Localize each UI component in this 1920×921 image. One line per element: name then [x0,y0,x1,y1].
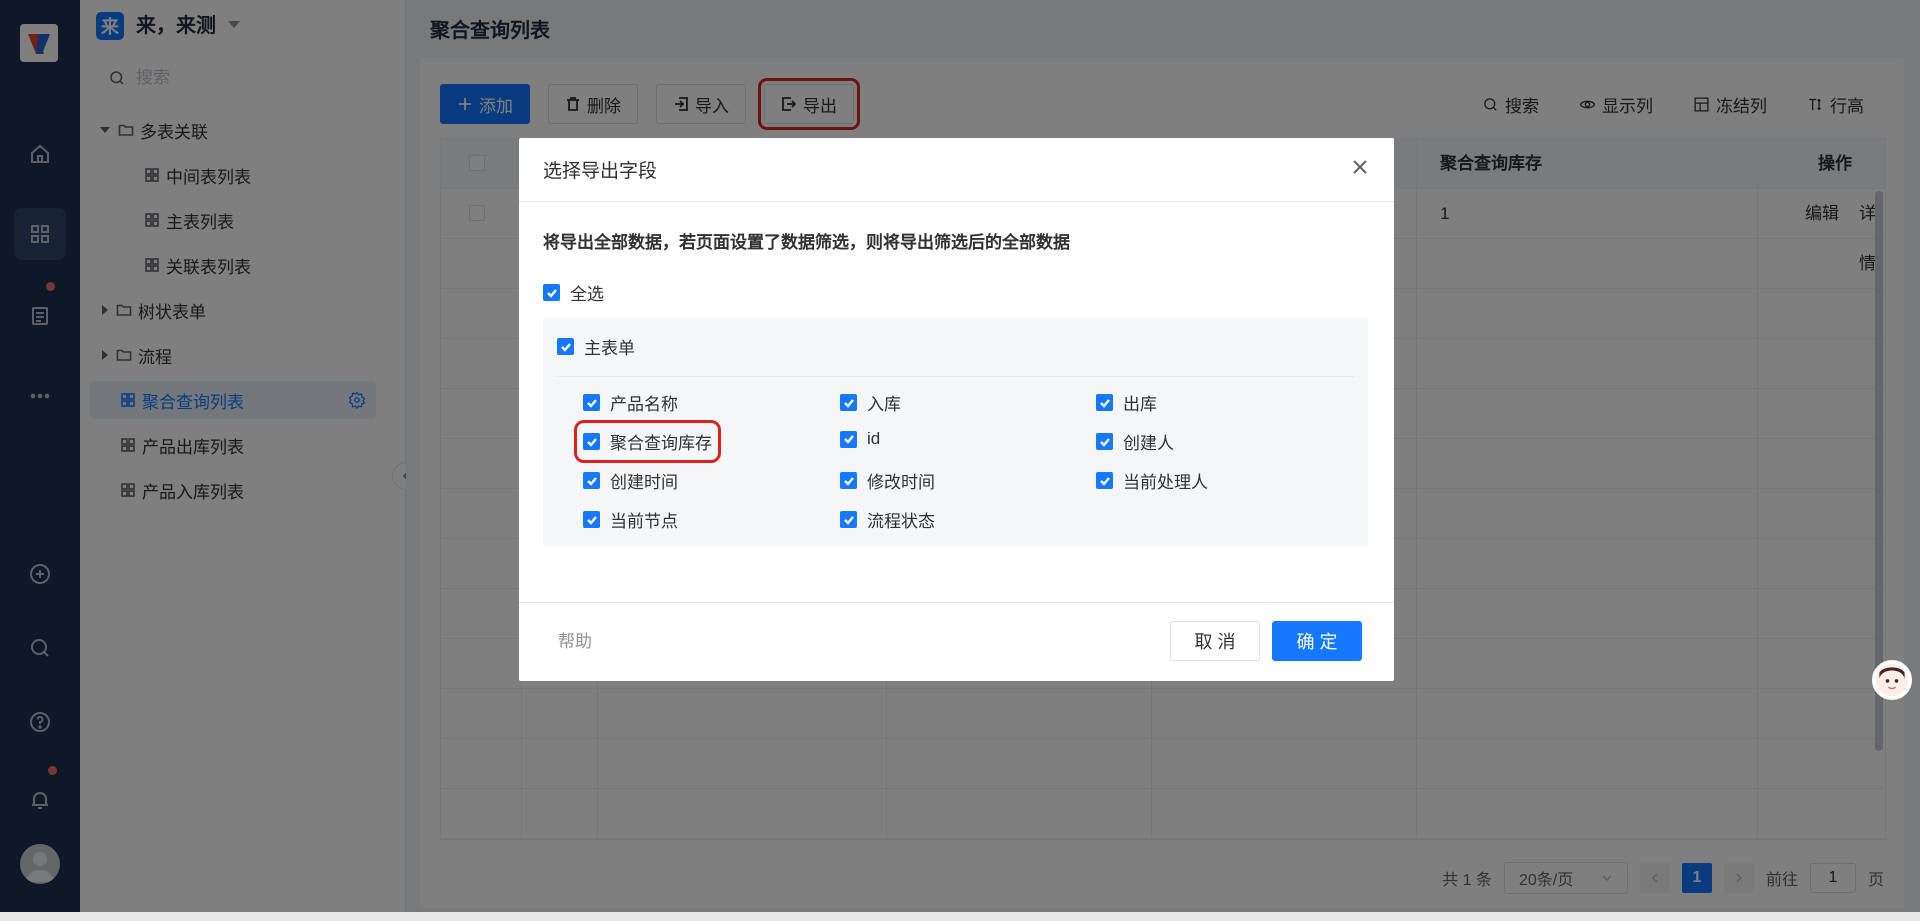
checkbox-checked-icon [1096,394,1113,411]
export-note: 将导出全部数据，若页面设置了数据筛选，则将导出筛选后的全部数据 [543,233,1070,252]
confirm-button[interactable]: 确 定 [1272,621,1362,661]
select-all-label: 全选 [570,285,604,304]
field-label: 当前处理人 [1123,473,1208,492]
dialog-header: 选择导出字段 [519,138,1394,202]
field-label: 创建人 [1123,434,1174,453]
field-label: 入库 [867,395,901,414]
field-checkbox-creator[interactable]: 创建人 [1096,429,1174,454]
dialog-footer: 帮助 取 消 确 定 [519,602,1394,681]
group-title: 主表单 [584,339,635,358]
field-checkbox-created-time[interactable]: 创建时间 [583,468,678,493]
checkbox-checked-icon [583,394,600,411]
cancel-button[interactable]: 取 消 [1170,621,1260,661]
checkbox-checked-icon [1096,472,1113,489]
field-label: 流程状态 [867,512,935,531]
checkbox-checked-icon [840,511,857,528]
field-label: 聚合查询库存 [610,434,712,453]
group-divider [557,376,1354,377]
checkbox-checked-icon [543,284,560,301]
window-bottom-edge [0,912,1920,921]
field-checkbox-current-handler[interactable]: 当前处理人 [1096,468,1208,493]
checkbox-checked-icon [583,472,600,489]
field-group-main-form: 主表单 产品名称 入库 出库 聚合查询库存 id 创建人 创建时间 修改时间 当… [543,318,1368,546]
export-fields-dialog: 选择导出字段 将导出全部数据，若页面设置了数据筛选，则将导出筛选后的全部数据 全… [519,138,1394,681]
field-label: 修改时间 [867,473,935,492]
checkbox-checked-icon [557,338,574,355]
field-label: id [867,429,881,448]
field-label: 当前节点 [610,512,678,531]
field-label: 产品名称 [610,395,678,414]
checkbox-checked-icon [1096,433,1113,450]
field-checkbox-product-name[interactable]: 产品名称 [583,390,678,415]
field-label: 出库 [1123,395,1157,414]
checkbox-checked-icon [583,433,600,450]
dialog-title: 选择导出字段 [543,161,658,182]
assistant-avatar[interactable] [1872,660,1912,700]
checkbox-checked-icon [583,511,600,528]
field-checkbox-current-node[interactable]: 当前节点 [583,507,678,532]
checkbox-checked-icon [840,430,857,448]
field-checkbox-outbound[interactable]: 出库 [1096,390,1157,415]
field-label: 创建时间 [610,473,678,492]
help-link[interactable]: 帮助 [558,627,592,652]
close-icon[interactable] [1350,157,1370,182]
field-checkbox-aggregate-stock[interactable]: 聚合查询库存 [574,420,721,463]
field-checkbox-id[interactable]: id [840,429,880,449]
field-checkbox-inbound[interactable]: 入库 [840,390,901,415]
select-all-checkbox[interactable]: 全选 [543,280,604,305]
field-checkbox-process-status[interactable]: 流程状态 [840,507,935,532]
field-checkbox-modified-time[interactable]: 修改时间 [840,468,935,493]
checkbox-checked-icon [840,472,857,489]
checkbox-checked-icon [840,394,857,411]
group-checkbox-main-form[interactable]: 主表单 [557,334,635,359]
